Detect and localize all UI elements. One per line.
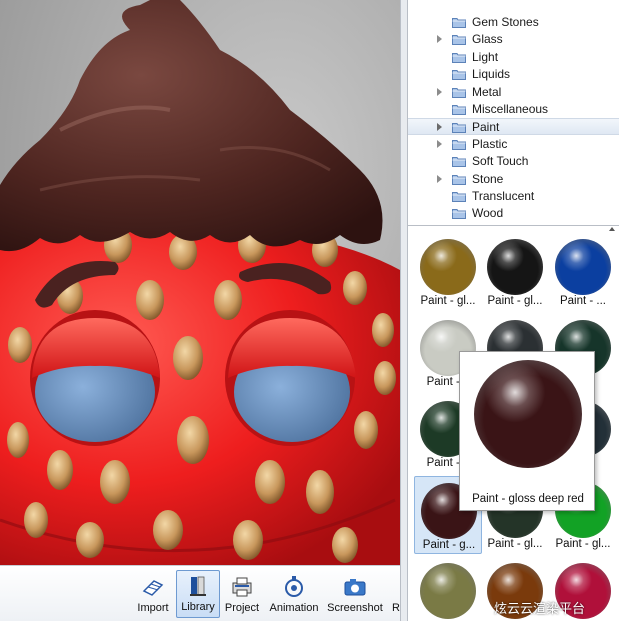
expand-arrow-icon[interactable] bbox=[437, 87, 442, 96]
animation-button[interactable]: Animation bbox=[268, 570, 320, 618]
tree-item-miscellaneous[interactable]: Miscellaneous bbox=[408, 101, 619, 118]
material-preview-tooltip: Paint - gloss deep red bbox=[459, 351, 595, 511]
library-icon bbox=[190, 576, 206, 596]
tree-item-stone[interactable]: Stone bbox=[408, 171, 619, 188]
tree-item-label: Translucent bbox=[472, 189, 535, 203]
tree-item-label: Gem Stones bbox=[472, 15, 539, 29]
material-sphere bbox=[487, 239, 543, 295]
folder-icon bbox=[452, 157, 466, 168]
camera-icon bbox=[344, 579, 366, 596]
import-button[interactable]: Import bbox=[133, 570, 173, 618]
render-viewport[interactable] bbox=[0, 0, 400, 565]
expand-arrow-icon[interactable] bbox=[437, 35, 442, 44]
tree-item-paint[interactable]: Paint bbox=[408, 118, 619, 136]
watermark: 炫云云渲染平台 bbox=[475, 598, 585, 617]
tree-item-translucent[interactable]: Translucent bbox=[408, 188, 619, 205]
animation-icon bbox=[285, 576, 303, 597]
tree-item-label: Soft Touch bbox=[472, 154, 529, 169]
chocolate-topping bbox=[0, 0, 383, 252]
folder-icon bbox=[452, 35, 466, 46]
tree-item-glass[interactable]: Glass bbox=[408, 31, 619, 48]
tree-item-label: Glass bbox=[472, 32, 503, 47]
expand-arrow-icon[interactable] bbox=[437, 123, 442, 132]
tree-item-liquids[interactable]: Liquids bbox=[408, 66, 619, 83]
expand-arrow-icon[interactable] bbox=[437, 174, 442, 183]
folder-icon bbox=[452, 192, 466, 202]
material-thumbnail[interactable] bbox=[414, 557, 482, 621]
tree-item-label: Liquids bbox=[472, 67, 511, 82]
material-thumbnail[interactable]: Paint - gl... bbox=[481, 233, 549, 311]
material-label: Paint - ... bbox=[559, 295, 607, 307]
library-button[interactable]: Library bbox=[176, 570, 220, 618]
tree-item-gem-stones[interactable]: Gem Stones bbox=[408, 14, 619, 31]
material-label: Paint - gl... bbox=[487, 295, 543, 307]
material-thumbnail[interactable]: Paint - gl... bbox=[414, 233, 482, 311]
tree-item-label: Light bbox=[472, 49, 499, 64]
folder-icon bbox=[452, 52, 466, 63]
material-sphere bbox=[555, 239, 611, 295]
wechat-icon bbox=[475, 601, 491, 614]
project-icon bbox=[232, 577, 252, 597]
folder-icon bbox=[452, 87, 466, 98]
folder-icon bbox=[452, 123, 466, 134]
material-sphere bbox=[420, 563, 476, 619]
material-label: Paint - g... bbox=[422, 539, 476, 551]
left-eye bbox=[30, 310, 160, 446]
tree-item-label: Stone bbox=[472, 171, 504, 186]
expand-arrow-icon[interactable] bbox=[437, 139, 442, 148]
folder-icon bbox=[452, 70, 466, 81]
material-preview-sphere bbox=[474, 360, 582, 468]
tree-item-wood[interactable]: Wood bbox=[408, 205, 619, 222]
material-label: Paint - gl... bbox=[420, 295, 476, 307]
library-tree: Gem Stones Glass Light Liquids Metal Miscella… bbox=[408, 0, 619, 226]
tree-item-label: Paint bbox=[472, 120, 500, 135]
material-thumbnail[interactable]: Paint - ... bbox=[549, 233, 617, 311]
tree-item-soft-touch[interactable]: Soft Touch bbox=[408, 153, 619, 170]
folder-icon bbox=[452, 174, 466, 185]
strawberry-render bbox=[0, 0, 400, 565]
tree-item-plastic[interactable]: Plastic bbox=[408, 136, 619, 153]
material-label: Paint - gl... bbox=[487, 538, 543, 550]
right-eye bbox=[225, 310, 356, 446]
import-icon bbox=[142, 580, 164, 596]
folder-icon bbox=[452, 18, 466, 28]
tree-item-label: Metal bbox=[472, 84, 502, 99]
tree-item-label: Miscellaneous bbox=[472, 102, 549, 116]
tree-item-metal[interactable]: Metal bbox=[408, 84, 619, 101]
project-button[interactable]: Project bbox=[222, 570, 262, 618]
panel-splitter[interactable] bbox=[400, 0, 408, 621]
folder-icon bbox=[452, 209, 466, 220]
tree-item-label: Plastic bbox=[472, 136, 508, 151]
tooltip-label: Paint - gloss deep red bbox=[472, 493, 584, 505]
folder-icon bbox=[452, 139, 466, 150]
tree-item-label: Wood bbox=[472, 206, 504, 221]
screenshot-button[interactable]: Screenshot bbox=[326, 570, 384, 618]
material-sphere bbox=[420, 239, 476, 295]
material-label: Paint - gl... bbox=[555, 538, 611, 550]
tree-item-light[interactable]: Light bbox=[408, 49, 619, 66]
folder-icon bbox=[452, 105, 466, 115]
bottom-toolbar: Import Library Project Animation Screens… bbox=[0, 565, 400, 621]
